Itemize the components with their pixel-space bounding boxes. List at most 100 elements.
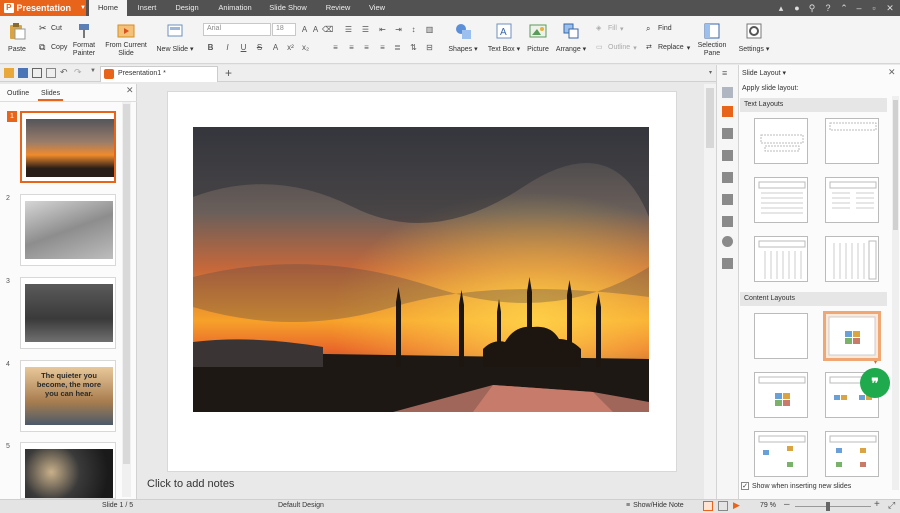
tab-review[interactable]: Review [318, 0, 358, 16]
settings-button[interactable]: Settings ▾ [734, 22, 774, 54]
print-icon[interactable] [32, 68, 42, 78]
tab-list-icon[interactable]: ▾ [709, 69, 712, 76]
text-align-icon[interactable]: ⊟ [424, 42, 435, 53]
decrease-indent-icon[interactable]: ⇤ [377, 24, 388, 35]
zoom-slider-handle[interactable] [826, 502, 830, 511]
copy-slide-icon[interactable] [722, 194, 733, 205]
close-pane-icon[interactable]: ✕ [888, 67, 896, 78]
underline-icon[interactable]: U [238, 42, 249, 53]
numbering-icon[interactable]: ☰ [360, 24, 371, 35]
bullets-icon[interactable]: ☰ [343, 24, 354, 35]
pane-scrollbar-thumb[interactable] [893, 100, 898, 230]
format-painter-button[interactable]: Format Painter [70, 22, 98, 58]
find-button[interactable]: ⌕ Find [646, 24, 672, 33]
outline-button[interactable]: ▭ Outline ▾ [596, 43, 637, 52]
fit-window-icon[interactable]: ⤢ [888, 500, 895, 511]
layout-blank[interactable] [754, 313, 808, 359]
canvas-scrollbar[interactable] [704, 84, 716, 499]
from-current-slide-button[interactable]: From Current Slide [102, 22, 150, 58]
shapes-pane-icon[interactable] [722, 236, 733, 247]
font-size-select[interactable]: 18 [272, 23, 296, 36]
save-icon[interactable] [18, 68, 28, 78]
slide-thumbnail-5[interactable] [20, 442, 116, 499]
layout-title[interactable] [754, 118, 808, 164]
slide-sorter-icon[interactable] [718, 501, 728, 511]
italic-icon[interactable]: I [222, 42, 233, 53]
superscript-icon[interactable]: x² [285, 42, 296, 53]
layout-title-only[interactable] [825, 118, 879, 164]
strikethrough-icon[interactable]: S [254, 42, 265, 53]
new-tab-icon[interactable]: + [225, 66, 232, 80]
justify-icon[interactable]: ≡ [377, 42, 388, 53]
zoom-in-icon[interactable]: + [874, 499, 880, 510]
canvas-scrollbar-thumb[interactable] [706, 88, 714, 148]
clear-format-icon[interactable]: ⌫ [322, 24, 333, 35]
ribbon-collapse-icon[interactable]: ⌃ [838, 2, 850, 14]
skin-icon[interactable]: ▴ [775, 2, 787, 14]
tab-slide-show[interactable]: Slide Show [262, 0, 314, 16]
columns-icon[interactable]: ▥ [424, 24, 435, 35]
slide-layout-icon[interactable] [722, 106, 733, 117]
paste-button[interactable]: Paste [4, 22, 30, 54]
layout-content-grid[interactable] [825, 431, 879, 477]
shrink-font-icon[interactable]: A [310, 24, 321, 35]
copy-button[interactable]: ⧉ Copy [39, 43, 67, 52]
bold-icon[interactable]: B [205, 42, 216, 53]
undo-icon[interactable]: ↶ [60, 67, 68, 78]
slide-thumbnail-4[interactable]: The quieter you become, the more you can… [20, 360, 116, 432]
print-preview-icon[interactable] [46, 68, 56, 78]
arrange-button[interactable]: Arrange ▾ [554, 22, 588, 54]
redo-icon[interactable]: ↷ [74, 67, 82, 78]
layout-two-columns[interactable] [825, 177, 879, 223]
menu-icon[interactable]: ≡ [722, 68, 733, 79]
cut-button[interactable]: ✂ Cut [39, 24, 62, 33]
text-box-button[interactable]: A Text Box ▾ [484, 22, 524, 54]
show-hide-note-button[interactable]: ≡ Show/Hide Note [626, 502, 684, 509]
picture-button[interactable]: Picture [525, 22, 551, 54]
new-slide-button[interactable]: New Slide ▾ [154, 22, 196, 54]
increase-indent-icon[interactable]: ⇥ [393, 24, 404, 35]
slide-thumbnail-1[interactable] [20, 111, 116, 183]
layout-content-selected[interactable] [823, 311, 881, 361]
document-tab[interactable]: Presentation1 * [100, 66, 218, 82]
fill-button[interactable]: ◈ Fill ▾ [596, 24, 623, 33]
tab-design[interactable]: Design [168, 0, 206, 16]
tab-view[interactable]: View [362, 0, 392, 16]
tab-outline[interactable]: Outline [4, 88, 32, 99]
layout-dropdown-icon[interactable]: ▾ [874, 359, 877, 366]
text-direction-icon[interactable]: ⇅ [408, 42, 419, 53]
quote-fab-icon[interactable]: ❞ [860, 368, 890, 398]
font-name-select[interactable]: Arial [203, 23, 271, 36]
properties-icon[interactable] [722, 216, 733, 227]
align-right-icon[interactable]: ≡ [361, 42, 372, 53]
notes-placeholder[interactable]: Click to add notes [147, 478, 234, 490]
slide-thumbnail-3[interactable] [20, 277, 116, 349]
font-color-icon[interactable]: A [270, 42, 281, 53]
help-icon[interactable]: ? [822, 2, 834, 14]
selection-pane-button[interactable]: Selection Pane [696, 22, 728, 58]
slide-photo[interactable] [193, 127, 649, 412]
slide-thumbnail-2[interactable] [20, 194, 116, 266]
close-panel-icon[interactable]: ✕ [126, 85, 134, 96]
layout-title-and-text[interactable] [754, 177, 808, 223]
app-menu-button[interactable]: P Presentation ▼ [0, 0, 86, 16]
distribute-icon[interactable]: ≣ [392, 42, 403, 53]
slides-scrollbar-thumb[interactable] [123, 104, 130, 464]
open-icon[interactable] [4, 68, 14, 78]
account-icon[interactable]: ● [791, 2, 803, 14]
layout-four-content[interactable] [754, 431, 808, 477]
tab-slides[interactable]: Slides [38, 88, 64, 101]
close-icon[interactable]: ✕ [884, 2, 896, 14]
layout-title-content[interactable] [754, 372, 808, 418]
zoom-out-icon[interactable]: – [784, 499, 790, 510]
line-spacing-icon[interactable]: ↕ [408, 24, 419, 35]
show-on-insert-checkbox[interactable]: ✓ Show when inserting new slides [741, 482, 851, 490]
pane-scrollbar[interactable] [892, 96, 899, 490]
tab-home[interactable]: Home [89, 0, 127, 16]
zoom-level[interactable]: 79 % [760, 502, 776, 509]
shapes-button[interactable]: Shapes ▾ [445, 22, 481, 54]
layout-vertical-text[interactable] [754, 236, 808, 282]
subscript-icon[interactable]: x₂ [300, 42, 311, 53]
template-icon[interactable] [722, 128, 733, 139]
customize-toolbar-icon[interactable]: ▼ [90, 68, 96, 74]
